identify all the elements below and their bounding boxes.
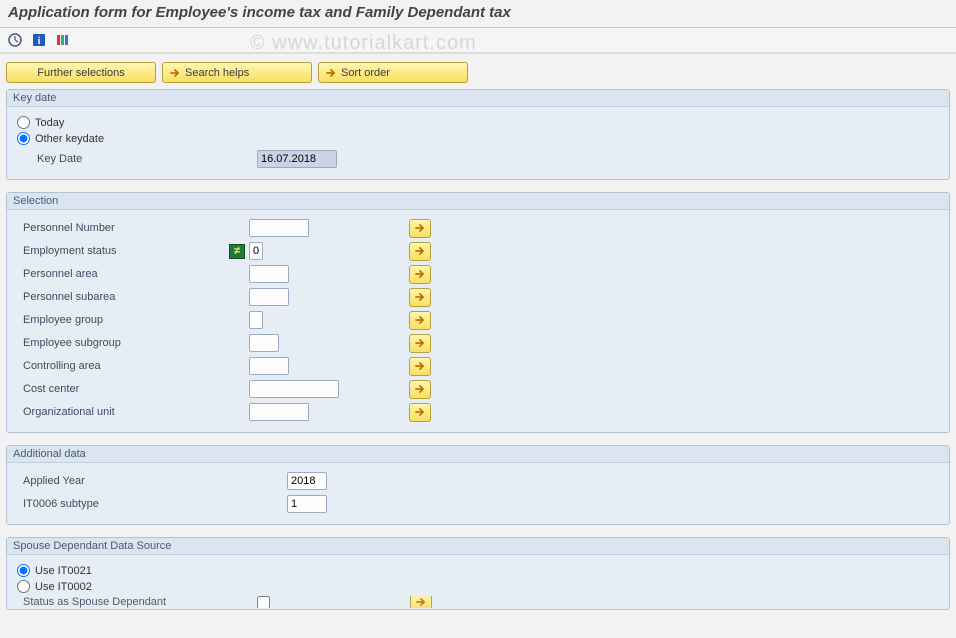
further-selections-button[interactable]: Further selections [6,62,156,83]
selection-row: Organizational unit [17,401,939,423]
use-it0002-label: Use IT0002 [35,581,92,593]
multiple-selection-button[interactable] [409,288,431,307]
multiple-selection-button[interactable] [409,219,431,238]
multiple-selection-button[interactable] [409,311,431,330]
multiple-selection-button[interactable] [409,357,431,376]
multiple-selection-button[interactable] [409,242,431,261]
applied-year-input[interactable] [287,472,327,490]
search-helps-label: Search helps [185,67,249,79]
multiple-selection-button[interactable] [410,596,432,608]
multiple-selection-button[interactable] [409,403,431,422]
selection-row: Employee subgroup [17,332,939,354]
additional-data-group-title: Additional data [7,446,949,463]
spouse-dependant-group-title: Spouse Dependant Data Source [7,538,949,555]
selection-row: Personnel Number [17,217,939,239]
today-label: Today [35,117,64,129]
it0006-subtype-input[interactable] [287,495,327,513]
selection-row: Employee group [17,309,939,331]
field-input[interactable] [249,334,279,352]
field-input[interactable] [249,288,289,306]
sort-order-label: Sort order [341,67,390,79]
field-input[interactable] [249,265,289,283]
multiple-selection-button[interactable] [409,380,431,399]
arrow-right-icon [168,66,182,80]
multiple-selection-button[interactable] [409,334,431,353]
status-spouse-dependant-label: Status as Spouse Dependant [17,596,227,608]
field-input[interactable] [249,380,339,398]
selection-row: Controlling area [17,355,939,377]
selection-row: Personnel area [17,263,939,285]
field-label: Personnel subarea [17,291,227,303]
additional-data-group: Additional data Applied Year IT0006 subt… [6,445,950,525]
field-label: Cost center [17,383,227,395]
it0006-subtype-label: IT0006 subtype [17,498,227,510]
field-label: Employee subgroup [17,337,227,349]
status-spouse-dependant-checkbox[interactable] [257,596,270,608]
field-input[interactable] [249,219,309,237]
field-label: Controlling area [17,360,227,372]
other-keydate-label: Other keydate [35,133,104,145]
search-helps-button[interactable]: Search helps [162,62,312,83]
field-label: Employee group [17,314,227,326]
field-input[interactable] [249,357,289,375]
selection-group: Selection Personnel Number Employment sta… [6,192,950,433]
key-date-input[interactable] [257,150,337,168]
app-toolbar: i [0,28,956,53]
selection-row: Personnel subarea [17,286,939,308]
field-label: Employment status [17,245,227,257]
not-equal-icon[interactable]: ≠ [229,244,245,259]
field-input[interactable] [249,403,309,421]
content-area: Further selections Search helps Sort ord… [0,56,956,610]
field-label: Personnel Number [17,222,227,234]
field-label: Personnel area [17,268,227,280]
selection-toolbar: Further selections Search helps Sort ord… [6,62,950,83]
page-title-bar: Application form for Employee's income t… [0,0,956,28]
palette-icon[interactable] [54,31,72,49]
field-label: Organizational unit [17,406,227,418]
key-date-field-label: Key Date [17,153,227,165]
field-input[interactable] [249,242,263,260]
key-date-group: Key date Today Other keydate Key Date [6,89,950,180]
info-icon[interactable]: i [30,31,48,49]
selection-row: Cost center [17,378,939,400]
selection-group-title: Selection [7,193,949,210]
today-radio[interactable] [17,116,30,129]
use-it0021-label: Use IT0021 [35,565,92,577]
svg-text:i: i [38,36,41,47]
further-selections-label: Further selections [37,67,124,79]
page-title: Application form for Employee's income t… [8,4,511,21]
execute-icon[interactable] [6,31,24,49]
spouse-dependant-group: Spouse Dependant Data Source Use IT0021 … [6,537,950,610]
selection-row: Employment status≠ [17,240,939,262]
use-it0002-radio[interactable] [17,580,30,593]
sort-order-button[interactable]: Sort order [318,62,468,83]
field-input[interactable] [249,311,263,329]
multiple-selection-button[interactable] [409,265,431,284]
arrow-right-icon [324,66,338,80]
other-keydate-radio[interactable] [17,132,30,145]
key-date-group-title: Key date [7,90,949,107]
applied-year-label: Applied Year [17,475,227,487]
use-it0021-radio[interactable] [17,564,30,577]
